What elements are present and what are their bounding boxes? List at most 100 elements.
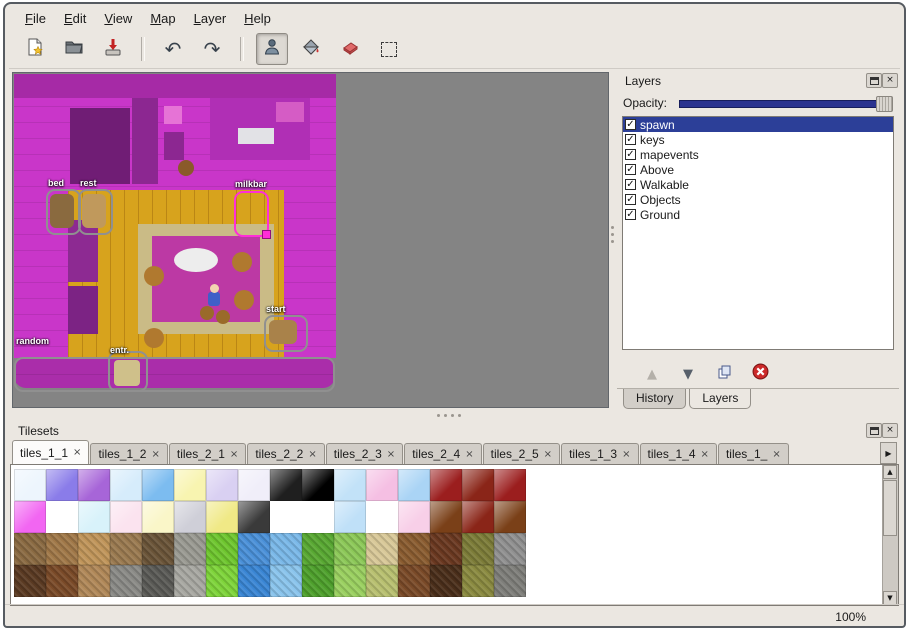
tileset-tile[interactable] (78, 469, 110, 501)
tileset-tile[interactable] (46, 501, 78, 533)
tileset-tile[interactable] (462, 501, 494, 533)
tileset-tab-tiles_1_2[interactable]: tiles_1_2× (90, 443, 167, 464)
open-map-button[interactable] (58, 33, 90, 65)
tileset-tile[interactable] (110, 533, 142, 565)
eraser-button[interactable] (334, 33, 366, 65)
stamp-brush-button[interactable] (256, 33, 288, 65)
save-map-button[interactable] (97, 33, 129, 65)
tab-close-icon[interactable]: × (701, 449, 709, 460)
layer-visibility-checkbox[interactable]: ✓ (625, 149, 636, 160)
scrollbar-thumb[interactable] (883, 480, 897, 536)
tileset-tile[interactable] (270, 469, 302, 501)
tileset-tile[interactable] (238, 533, 270, 565)
tileset-tile[interactable] (494, 501, 526, 533)
tileset-tile[interactable] (174, 565, 206, 597)
map-view[interactable]: bedrestmilkbarstartrandomentr. (12, 72, 609, 408)
layer-visibility-checkbox[interactable]: ✓ (625, 209, 636, 220)
menu-item-layer[interactable]: Layer (186, 8, 235, 29)
tileset-tile[interactable] (494, 565, 526, 597)
horizontal-splitter[interactable] (10, 410, 899, 420)
tileset-content[interactable]: ▲ ▼ (10, 464, 899, 606)
menu-item-edit[interactable]: Edit (56, 8, 94, 29)
tileset-tile[interactable] (14, 565, 46, 597)
tileset-tile[interactable] (206, 501, 238, 533)
tileset-tab-tiles_1_[interactable]: tiles_1_× (718, 443, 789, 464)
tileset-tile[interactable] (462, 533, 494, 565)
tileset-tab-tiles_2_4[interactable]: tiles_2_4× (404, 443, 481, 464)
tileset-tile[interactable] (270, 533, 302, 565)
layer-row[interactable]: ✓keys (623, 132, 893, 147)
map-object-start[interactable] (264, 315, 308, 352)
raise-layer-button[interactable]: ▲ (641, 363, 663, 385)
new-map-button[interactable] (19, 33, 51, 65)
tab-history[interactable]: History (623, 389, 686, 409)
tileset-tile[interactable] (366, 565, 398, 597)
map-object-bed[interactable] (46, 189, 81, 235)
tab-close-icon[interactable]: × (772, 449, 780, 460)
tileset-tab-tiles_1_1[interactable]: tiles_1_1× (12, 440, 89, 464)
tileset-tile[interactable] (398, 565, 430, 597)
close-dock-button[interactable]: × (882, 423, 898, 438)
map-object-rest[interactable] (78, 189, 113, 235)
delete-layer-button[interactable] (749, 363, 771, 385)
tileset-tile[interactable] (78, 533, 110, 565)
tileset-tile[interactable] (430, 533, 462, 565)
tileset-tile[interactable] (494, 469, 526, 501)
tileset-tile[interactable] (334, 501, 366, 533)
tab-close-icon[interactable]: × (622, 449, 630, 460)
layer-visibility-checkbox[interactable]: ✓ (625, 179, 636, 190)
opacity-slider[interactable] (679, 96, 893, 111)
tileset-tile[interactable] (494, 533, 526, 565)
tileset-tile[interactable] (206, 469, 238, 501)
bucket-fill-button[interactable] (295, 33, 327, 65)
rectangular-select-button[interactable] (373, 33, 405, 65)
layer-row[interactable]: ✓Above (623, 162, 893, 177)
tileset-tab-tiles_2_5[interactable]: tiles_2_5× (483, 443, 560, 464)
lower-layer-button[interactable]: ▼ (677, 363, 699, 385)
map-object-entr[interactable] (108, 351, 148, 392)
layer-visibility-checkbox[interactable]: ✓ (625, 119, 636, 130)
tab-close-icon[interactable]: × (465, 449, 473, 460)
tileset-scrollbar[interactable]: ▲ ▼ (882, 465, 898, 605)
tab-close-icon[interactable]: × (387, 449, 395, 460)
tileset-tile[interactable] (238, 501, 270, 533)
tileset-tile[interactable] (302, 501, 334, 533)
tileset-tile[interactable] (430, 501, 462, 533)
layer-row[interactable]: ✓Walkable (623, 177, 893, 192)
tileset-tile[interactable] (430, 469, 462, 501)
tileset-tab-tiles_2_3[interactable]: tiles_2_3× (326, 443, 403, 464)
tileset-tile[interactable] (398, 501, 430, 533)
tileset-tile[interactable] (206, 565, 238, 597)
float-dock-button[interactable] (866, 423, 882, 438)
tileset-tile[interactable] (270, 565, 302, 597)
tileset-tile[interactable] (110, 469, 142, 501)
menu-item-file[interactable]: File (17, 8, 54, 29)
tileset-tile[interactable] (142, 533, 174, 565)
tab-scroll-right-button[interactable]: ▶ (880, 442, 897, 464)
tileset-tile[interactable] (46, 533, 78, 565)
tileset-tile[interactable] (302, 565, 334, 597)
vertical-splitter[interactable] (609, 70, 616, 410)
tileset-tile[interactable] (14, 501, 46, 533)
tileset-tile[interactable] (14, 469, 46, 501)
tileset-tile[interactable] (462, 565, 494, 597)
tab-close-icon[interactable]: × (308, 449, 316, 460)
tileset-tile[interactable] (46, 469, 78, 501)
undo-button[interactable]: ↶ (157, 33, 189, 65)
layer-row[interactable]: ✓spawn (623, 117, 893, 132)
tab-close-icon[interactable]: × (230, 449, 238, 460)
tileset-tile[interactable] (142, 501, 174, 533)
tileset-tile[interactable] (238, 565, 270, 597)
close-dock-button[interactable]: × (882, 73, 898, 88)
selection-handle[interactable] (262, 230, 271, 239)
tileset-tile[interactable] (142, 469, 174, 501)
tileset-tile[interactable] (206, 533, 238, 565)
scroll-up-button[interactable]: ▲ (883, 465, 897, 479)
menu-item-help[interactable]: Help (236, 8, 279, 29)
opacity-slider-track[interactable] (679, 100, 879, 108)
tileset-tile[interactable] (78, 501, 110, 533)
tileset-tile[interactable] (398, 469, 430, 501)
tileset-tile[interactable] (174, 501, 206, 533)
tileset-tab-tiles_2_2[interactable]: tiles_2_2× (247, 443, 324, 464)
tileset-tile[interactable] (270, 501, 302, 533)
